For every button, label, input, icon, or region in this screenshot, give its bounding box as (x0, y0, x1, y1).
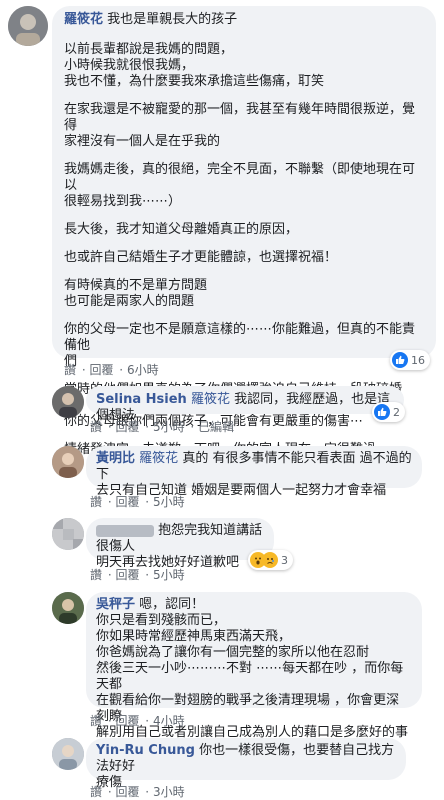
profile-photo-icon (52, 386, 84, 418)
timestamp[interactable]: 6小時 (127, 363, 159, 377)
reply-link[interactable]: 回覆 (115, 785, 139, 799)
avatar[interactable] (52, 738, 84, 770)
reaction-count-number: 3 (281, 553, 288, 567)
like-reaction-icon (374, 404, 390, 420)
like-link[interactable]: 讚 (90, 785, 102, 799)
comment-line: 也可能是兩家人的問題 (64, 294, 195, 309)
profile-photo-icon (8, 6, 48, 46)
comment-line: 也或許自己結婚生子才更能體諒，也選擇祝福！ (64, 250, 338, 265)
reply-bubble: Yin-Ru Chung 你也一樣很受傷，也要替自己找方法好好 療傷 (86, 738, 406, 790)
reaction-count[interactable]: 3 (248, 550, 293, 570)
comment-first-line: 我也是單親長大的孩子 (107, 12, 238, 27)
comment-line: 我媽媽走後，真的很絕，完全不見面，不聯繫（即使地現在可以 (64, 162, 416, 193)
comment-paragraph: 長大後，我才知道父母離婚真正的原因， (64, 222, 424, 238)
comment-author[interactable]: 羅筱花 (64, 12, 103, 27)
comment-line: 家裡沒有一個人是在乎我的 (64, 134, 221, 149)
main-comment-bubble: 羅筱花 我也是單親長大的孩子 以前長輩都說是我媽的問題， 小時候我就很恨我媽， 我也… (52, 6, 436, 457)
avatar[interactable] (52, 446, 84, 478)
reply-author[interactable]: Selina Hsieh (96, 392, 187, 407)
reply-author[interactable]: Yin-Ru Chung (96, 743, 195, 758)
reply-bubble: 抱怨完我知道講話很傷人 明天再去找她好好道歉吧 (86, 518, 274, 570)
comment-line: 長大後，我才知道父母離婚真正的原因， (64, 222, 299, 237)
reply-author[interactable]: 吳秤子 (96, 597, 135, 612)
reply-text: 抱怨完我知道講話很傷人 明天再去找她好好道歉吧 (96, 523, 264, 571)
reply-actions: 讚 · 回覆 · 5小時 (90, 568, 185, 582)
like-link[interactable]: 讚 (90, 568, 102, 582)
mention-link[interactable]: 羅筱花 (191, 392, 230, 407)
comment-line: 以前長輩都說是我媽的問題， (64, 42, 234, 57)
reply-author[interactable]: 黃明比 (96, 451, 135, 466)
reply-link[interactable]: 回覆 (89, 363, 113, 377)
avatar[interactable] (52, 386, 84, 418)
profile-photo-icon (52, 738, 84, 770)
avatar[interactable] (52, 592, 84, 624)
timestamp[interactable]: 5小時 (153, 568, 185, 582)
comment-line: 我也不懂，為什麼要我來承擔這些傷痛，耵笑 (64, 74, 325, 89)
avatar[interactable] (8, 6, 48, 46)
profile-photo-icon (52, 592, 84, 624)
reply-bubble: Selina Hsieh 羅筱花 我認同，我經歷過，也是這個想法 (86, 386, 404, 423)
comment-paragraph: 我媽媽走後，真的很絕，完全不見面，不聯繫（即使地現在可以 很輕易找到我⋯⋯） (64, 162, 424, 210)
reply-actions: 讚 · 回覆 · 3小時 (90, 785, 185, 799)
profile-photo-icon (52, 446, 84, 478)
reaction-count-number: 16 (411, 353, 425, 367)
reply-actions: 讚 · 回覆 · 5小時 · 已編輯 (90, 420, 235, 434)
comment-line: 小時候我就很恨我媽， (64, 58, 195, 73)
like-link[interactable]: 讚 (90, 714, 102, 728)
reaction-count[interactable]: 2 (372, 402, 405, 422)
reply-line: 你只是看到殘骸而已， (96, 613, 227, 628)
reaction-count[interactable]: 16 (390, 350, 430, 370)
wow-reaction-icon (250, 552, 266, 568)
reply-link[interactable]: 回覆 (115, 495, 139, 509)
blurred-profile-photo-icon (52, 518, 84, 550)
reply-line: 你爸媽說為了讓你有一個完整的家所以他在忍耐 (96, 645, 370, 660)
like-link[interactable]: 讚 (64, 363, 76, 377)
reply-actions: 讚 · 回覆 · 4小時 (90, 714, 185, 728)
timestamp[interactable]: 3小時 (153, 785, 185, 799)
comment-paragraph: 有時候真的不是單方問題 也可能是兩家人的問題 (64, 278, 424, 310)
comment-paragraph: 在家我還是不被寵愛的那一個，我甚至有幾年時間很叛逆，覺得 家裡沒有一個人是在乎我的 (64, 102, 424, 150)
comment-line: 很輕易找到我⋯⋯） (64, 194, 182, 209)
edited-label[interactable]: 已編輯 (198, 420, 234, 434)
timestamp[interactable]: 5小時 (153, 420, 185, 434)
reaction-count-number: 2 (393, 405, 400, 419)
like-reaction-icon (392, 352, 408, 368)
comment-paragraph: 也或許自己結婚生子才更能體諒，也選擇祝福！ (64, 250, 424, 266)
reply-link[interactable]: 回覆 (115, 420, 139, 434)
comment-line: 在家我還是不被寵愛的那一個，我甚至有幾年時間很叛逆，覺得 (64, 102, 416, 133)
comment-line: 你的父母一定也不是願意這樣的⋯⋯你能難過，但真的不能責備他 (64, 322, 416, 353)
blurred-author-name[interactable] (96, 524, 154, 537)
comment-paragraph: 以前長輩都說是我媽的問題， 小時候我就很恨我媽， 我也不懂，為什麼要我來承擔這些傷痛… (64, 42, 424, 90)
timestamp[interactable]: 5小時 (153, 495, 185, 509)
reply-line: 你如果時常經歷神馬東西滿天飛， (96, 629, 292, 644)
like-link[interactable]: 讚 (90, 420, 102, 434)
reply-link[interactable]: 回覆 (115, 714, 139, 728)
reply-actions: 讚 · 回覆 · 5小時 (90, 495, 185, 509)
reply-text: 黃明比 羅筱花 真的 有很多事情不能只看表面 過不過的下 去只有自己知道 婚姻是… (96, 451, 412, 499)
reply-bubble: 黃明比 羅筱花 真的 有很多事情不能只看表面 過不過的下 去只有自己知道 婚姻是… (86, 446, 422, 498)
timestamp[interactable]: 4小時 (153, 714, 185, 728)
comment-thread: 羅筱花 我也是單親長大的孩子 以前長輩都說是我媽的問題， 小時候我就很恨我媽， 我也… (0, 0, 444, 799)
reply-line: 嗯，認同！ (139, 597, 205, 612)
reply-link[interactable]: 回覆 (115, 568, 139, 582)
like-link[interactable]: 讚 (90, 495, 102, 509)
reply-line: 然後三天一小吵⋯⋯⋯不對 ⋯⋯每天都在吵 ，而你每天都 (96, 661, 404, 692)
mention-link[interactable]: 羅筱花 (139, 451, 178, 466)
avatar[interactable] (52, 518, 84, 550)
comment-line: 有時候真的不是單方問題 (64, 278, 208, 293)
comment-actions: 讚 · 回覆 · 6小時 (64, 363, 159, 377)
reply-bubble: 吳秤子 嗯，認同！ 你只是看到殘骸而已， 你如果時常經歷神馬東西滿天飛， 你爸媽… (86, 592, 422, 740)
